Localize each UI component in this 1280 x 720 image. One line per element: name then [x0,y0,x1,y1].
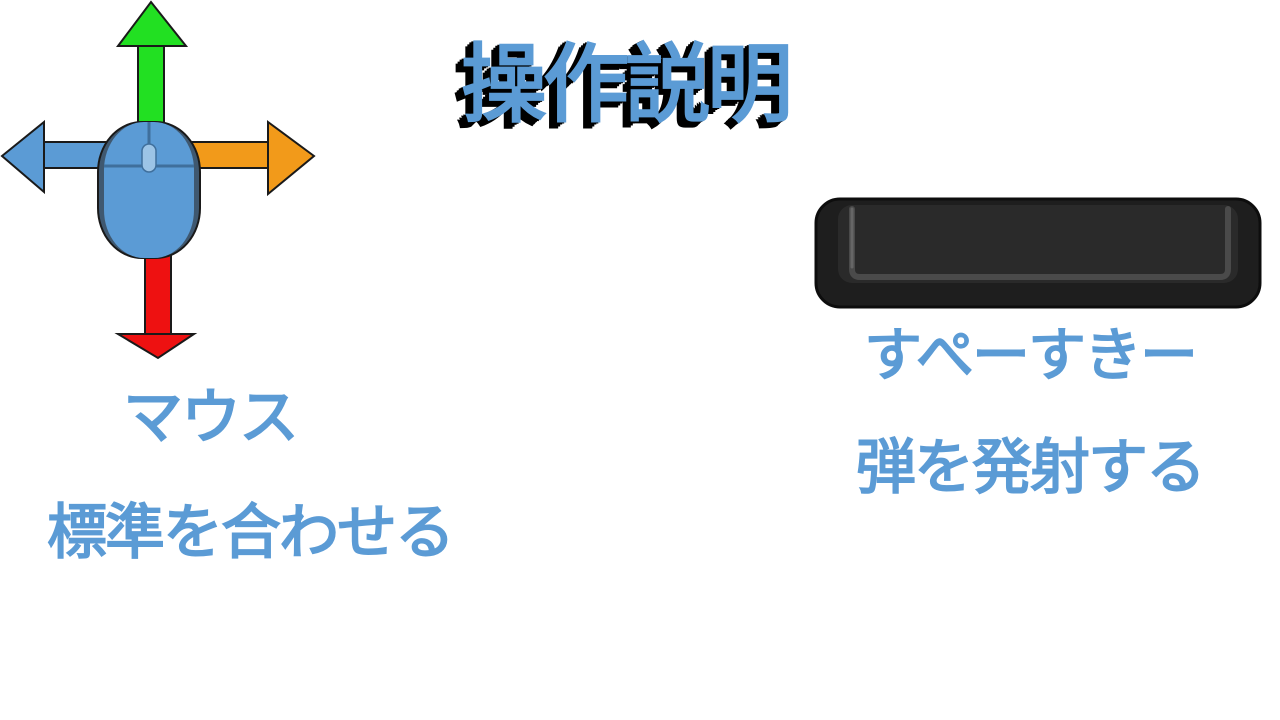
spacebar-description: 弾を発射する [856,433,1206,503]
mouse-label: マウス [123,383,299,453]
spacebar-key-icon [814,197,1262,309]
arrow-up-icon [116,0,189,131]
page-title: 操作説明 [461,35,793,135]
mouse-icon [97,121,201,259]
mouse-description: 標準を合わせる [47,498,455,568]
mouse-with-direction-arrows-icon [0,0,316,360]
instructions-screen: 操作説明 マウス 標準を合わせる すぺーすきー 弾を発射する [0,0,1280,720]
spacebar-label: すぺーすきー [864,321,1198,389]
